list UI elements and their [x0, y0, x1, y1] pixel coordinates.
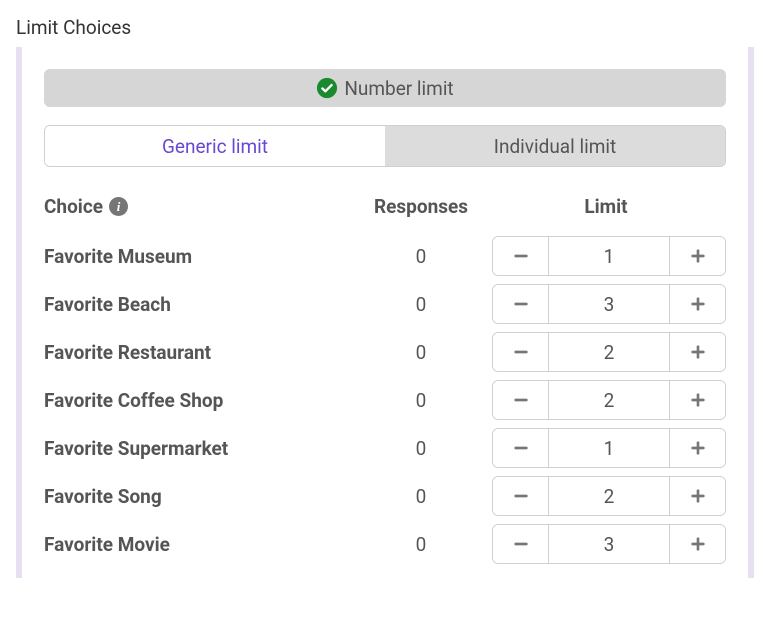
decrement-button[interactable]: [493, 333, 549, 371]
limit-type-tabs: Generic limit Individual limit: [44, 125, 726, 167]
responses-value: 0: [356, 341, 486, 364]
choice-name: Favorite Beach: [44, 293, 356, 316]
plus-icon: [688, 534, 708, 554]
choice-name: Favorite Museum: [44, 245, 356, 268]
decrement-button[interactable]: [493, 285, 549, 323]
decrement-button[interactable]: [493, 381, 549, 419]
panel-container: Number limit Generic limit Individual li…: [0, 47, 770, 578]
responses-value: 0: [356, 437, 486, 460]
limit-stepper: 2: [486, 476, 726, 516]
limit-value[interactable]: 1: [549, 237, 669, 275]
responses-value: 0: [356, 389, 486, 412]
limit-panel: Number limit Generic limit Individual li…: [22, 47, 748, 578]
choice-name: Favorite Coffee Shop: [44, 389, 356, 412]
limit-value[interactable]: 1: [549, 429, 669, 467]
limit-stepper-group: 3: [492, 284, 726, 324]
limit-value[interactable]: 3: [549, 285, 669, 323]
limit-stepper: 2: [486, 332, 726, 372]
responses-value: 0: [356, 245, 486, 268]
column-header-choice: Choice: [44, 195, 103, 218]
plus-icon: [688, 294, 708, 314]
minus-icon: [511, 294, 531, 314]
info-icon[interactable]: i: [109, 197, 128, 216]
limit-value[interactable]: 3: [549, 525, 669, 563]
minus-icon: [511, 390, 531, 410]
choice-name: Favorite Supermarket: [44, 437, 356, 460]
table-row: Favorite Movie0 3: [44, 520, 726, 568]
limit-value[interactable]: 2: [549, 381, 669, 419]
table-row: Favorite Song0 2: [44, 472, 726, 520]
increment-button[interactable]: [669, 525, 725, 563]
side-rail-right: [748, 47, 754, 578]
plus-icon: [688, 390, 708, 410]
responses-value: 0: [356, 293, 486, 316]
table-row: Favorite Supermarket0 1: [44, 424, 726, 472]
limit-stepper-group: 2: [492, 380, 726, 420]
increment-button[interactable]: [669, 381, 725, 419]
limit-value[interactable]: 2: [549, 477, 669, 515]
tab-individual-limit[interactable]: Individual limit: [385, 126, 725, 166]
limit-stepper: 1: [486, 236, 726, 276]
limit-stepper: 3: [486, 524, 726, 564]
increment-button[interactable]: [669, 429, 725, 467]
limit-stepper-group: 2: [492, 332, 726, 372]
decrement-button[interactable]: [493, 477, 549, 515]
responses-value: 0: [356, 485, 486, 508]
choice-name: Favorite Restaurant: [44, 341, 356, 364]
number-limit-banner: Number limit: [44, 69, 726, 107]
table-header: Choice i Responses Limit: [44, 195, 726, 218]
minus-icon: [511, 246, 531, 266]
choice-name: Favorite Movie: [44, 533, 356, 556]
plus-icon: [688, 246, 708, 266]
column-header-limit: Limit: [486, 195, 726, 218]
table-row: Favorite Beach0 3: [44, 280, 726, 328]
limit-stepper: 3: [486, 284, 726, 324]
banner-label: Number limit: [344, 77, 453, 100]
decrement-button[interactable]: [493, 429, 549, 467]
minus-icon: [511, 534, 531, 554]
limit-stepper-group: 2: [492, 476, 726, 516]
limit-stepper-group: 1: [492, 236, 726, 276]
plus-icon: [688, 438, 708, 458]
minus-icon: [511, 342, 531, 362]
increment-button[interactable]: [669, 285, 725, 323]
limit-stepper-group: 3: [492, 524, 726, 564]
plus-icon: [688, 342, 708, 362]
column-header-responses: Responses: [356, 195, 486, 218]
limit-stepper: 1: [486, 428, 726, 468]
choices-table-body: Favorite Museum01Favorite Beach03Favorit…: [44, 232, 726, 568]
table-row: Favorite Coffee Shop0 2: [44, 376, 726, 424]
decrement-button[interactable]: [493, 237, 549, 275]
minus-icon: [511, 486, 531, 506]
limit-value[interactable]: 2: [549, 333, 669, 371]
responses-value: 0: [356, 533, 486, 556]
tab-generic-limit[interactable]: Generic limit: [45, 126, 385, 166]
increment-button[interactable]: [669, 237, 725, 275]
increment-button[interactable]: [669, 333, 725, 371]
table-row: Favorite Restaurant0 2: [44, 328, 726, 376]
limit-stepper: 2: [486, 380, 726, 420]
plus-icon: [688, 486, 708, 506]
table-row: Favorite Museum0 1: [44, 232, 726, 280]
increment-button[interactable]: [669, 477, 725, 515]
choice-name: Favorite Song: [44, 485, 356, 508]
minus-icon: [511, 438, 531, 458]
page-title: Limit Choices: [0, 0, 770, 47]
check-circle-icon: [316, 77, 338, 99]
decrement-button[interactable]: [493, 525, 549, 563]
limit-stepper-group: 1: [492, 428, 726, 468]
